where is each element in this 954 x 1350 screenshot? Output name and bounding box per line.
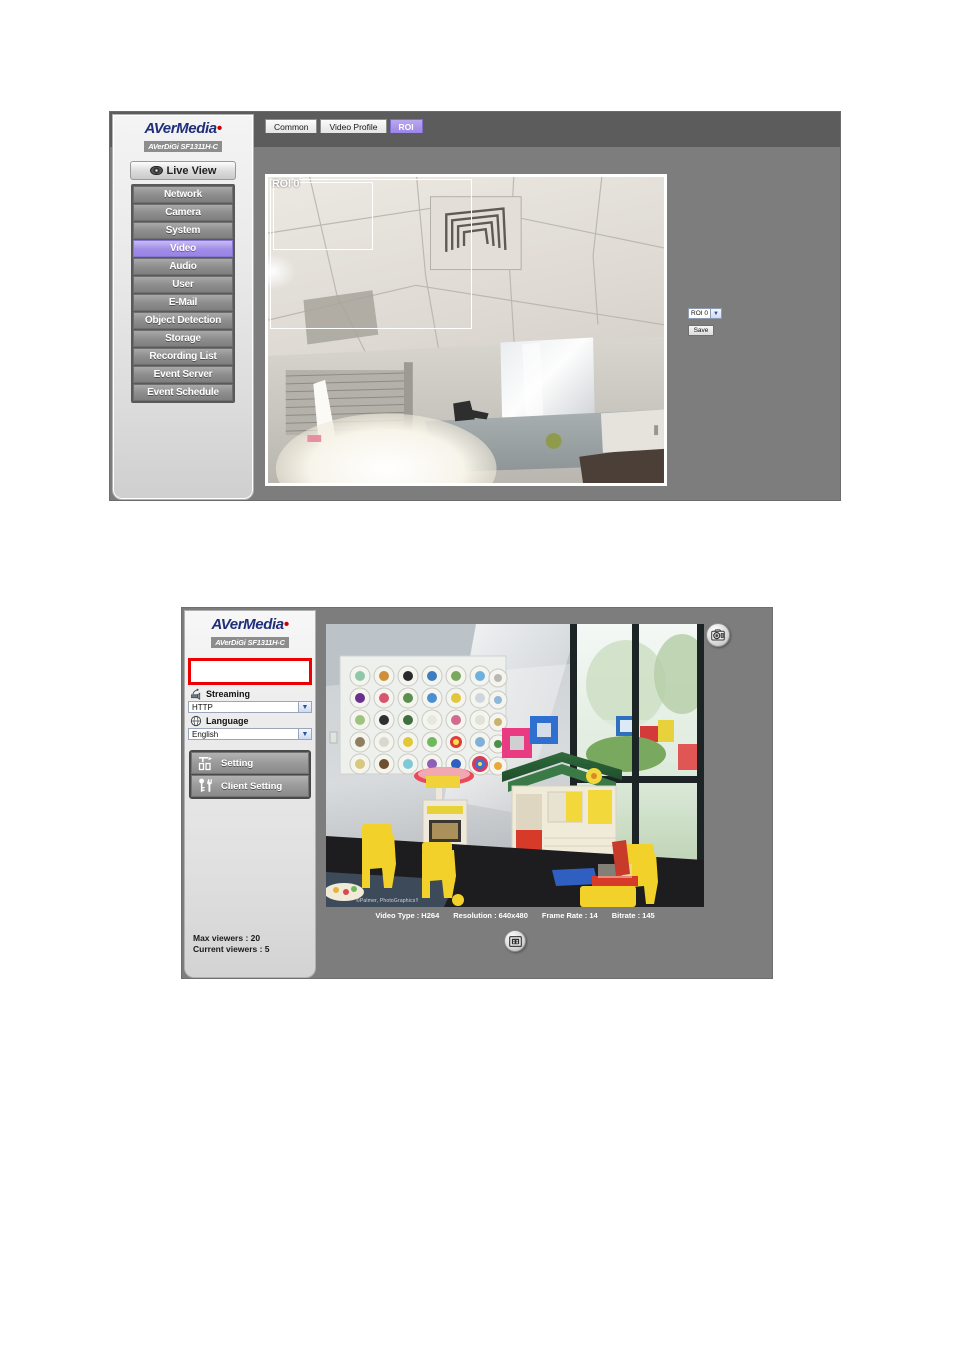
streaming-icon [191, 688, 201, 700]
sidebar-item-label: Camera [165, 207, 201, 218]
streaming-field: Streaming HTTP ▼ [188, 688, 312, 713]
live-view-label: Live View [166, 164, 217, 177]
live-view-button[interactable]: Live View [130, 161, 236, 180]
fullscreen-button[interactable] [504, 930, 526, 952]
sidebar-item-label: Event Schedule [147, 387, 219, 398]
language-field: Language English ▼ [188, 715, 312, 740]
brand-logo: AVerMedia• AVerDiGi SF1311H-C [113, 115, 253, 156]
chevron-down-icon: ▼ [298, 702, 311, 712]
image-watermark: ©Palmer, PhotoGraphics!! [356, 898, 419, 904]
settings-menu: Network Camera System Video Audio User E… [131, 184, 235, 403]
tools-icon [198, 757, 212, 771]
sidebar-item-email[interactable]: E-Mail [133, 294, 233, 311]
status-video-type: Video Type : H264 [375, 911, 440, 920]
tab-roi[interactable]: ROI [389, 119, 423, 133]
settings-tabs: Common Video Profile ROI [265, 119, 423, 133]
status-frame-rate: Frame Rate : 14 [541, 911, 598, 920]
roi-inner-rectangle[interactable] [273, 182, 373, 250]
max-viewers: Max viewers : 20 [193, 933, 261, 943]
sidebar-item-label: E-Mail [168, 297, 198, 308]
setting-label: Setting [221, 757, 254, 769]
settings-sidebar: AVerMedia• AVerDiGi SF1311H-C Live View … [112, 114, 254, 500]
live-view-sidebar: AVerMedia• AVerDiGi SF1311H-C Streaming … [184, 610, 316, 978]
roi-settings-screenshot: AVerMedia• AVerDiGi SF1311H-C Live View … [110, 112, 840, 500]
status-resolution: Resolution : 640x480 [453, 911, 528, 920]
roi-select-value: ROI 0 [691, 310, 708, 317]
live-video-player[interactable]: ©Palmer, PhotoGraphics!! [326, 624, 704, 907]
sidebar-item-video[interactable]: Video [133, 240, 233, 257]
sidebar-item-label: Recording List [149, 351, 217, 362]
status-bitrate: Bitrate : 145 [611, 911, 655, 920]
language-select[interactable]: English ▼ [188, 728, 312, 740]
sidebar-item-event-schedule[interactable]: Event Schedule [133, 384, 233, 401]
tab-label: Common [274, 121, 309, 132]
sidebar-item-label: Object Detection [144, 315, 222, 326]
roi-video-preview[interactable]: ROI 0 [265, 174, 667, 486]
chevron-down-icon: ▼ [298, 729, 311, 739]
brand-name: AVerMedia• [211, 616, 289, 633]
roi-outer-rectangle[interactable] [270, 179, 472, 329]
streaming-select[interactable]: HTTP ▼ [188, 701, 312, 713]
language-label: Language [206, 716, 249, 726]
brand-model: AVerDiGi SF1311H-C [144, 141, 222, 152]
viewer-counts: Max viewers : 20 Current viewers : 5 [193, 933, 270, 955]
sidebar-item-recording-list[interactable]: Recording List [133, 348, 233, 365]
streaming-label: Streaming [206, 689, 251, 699]
sidebar-item-camera[interactable]: Camera [133, 204, 233, 221]
save-label: Save [693, 327, 709, 334]
brand-model: AVerDiGi SF1311H-C [211, 637, 289, 648]
expand-icon [508, 935, 522, 947]
current-viewers: Current viewers : 5 [193, 944, 270, 954]
sidebar-item-label: System [165, 225, 201, 236]
tab-common[interactable]: Common [265, 119, 318, 133]
sidebar-item-label: Event Server [153, 369, 213, 380]
sidebar-item-user[interactable]: User [133, 276, 233, 293]
tab-label: ROI [398, 121, 414, 132]
save-button[interactable]: Save [688, 325, 714, 336]
eye-icon [149, 166, 163, 175]
sidebar-item-label: Audio [169, 261, 197, 272]
sidebar-item-audio[interactable]: Audio [133, 258, 233, 275]
tab-label: Video Profile [329, 121, 378, 132]
settings-button-group: Setting Client Setting [189, 750, 311, 799]
tab-video-profile[interactable]: Video Profile [320, 119, 387, 133]
brand-name: AVerMedia• [144, 120, 222, 137]
client-setting-button[interactable]: Client Setting [191, 775, 309, 797]
sidebar-item-system[interactable]: System [133, 222, 233, 239]
roi-overlay-label: ROI 0 [272, 178, 300, 190]
setting-button[interactable]: Setting [191, 752, 309, 774]
playroom-camera-image [326, 624, 704, 907]
language-label-row: Language [190, 715, 312, 727]
live-view-screenshot: AVerMedia• AVerDiGi SF1311H-C Streaming … [182, 608, 772, 978]
brand-logo: AVerMedia• AVerDiGi SF1311H-C [185, 611, 315, 654]
streaming-value: HTTP [192, 702, 213, 712]
sidebar-item-label: Video [169, 243, 197, 254]
camera-icon [711, 629, 725, 641]
language-value: English [192, 729, 219, 739]
chevron-down-icon: ▼ [710, 309, 721, 318]
sidebar-item-network[interactable]: Network [133, 186, 233, 203]
sidebar-item-object-detection[interactable]: Object Detection [133, 312, 233, 329]
sidebar-item-storage[interactable]: Storage [133, 330, 233, 347]
sidebar-item-label: Storage [165, 333, 201, 344]
streaming-label-row: Streaming [190, 688, 312, 700]
highlighted-empty-field[interactable] [188, 658, 312, 685]
sidebar-item-label: Network [163, 189, 203, 200]
snapshot-button[interactable] [706, 623, 730, 647]
video-status-bar: Video Type : H264 Resolution : 640x480 F… [326, 911, 704, 920]
client-setting-label: Client Setting [221, 780, 283, 792]
globe-icon [190, 715, 202, 727]
key-wrench-icon [199, 778, 212, 792]
roi-select[interactable]: ROI 0 ▼ [688, 308, 722, 319]
sidebar-item-label: User [172, 279, 194, 290]
sidebar-item-event-server[interactable]: Event Server [133, 366, 233, 383]
